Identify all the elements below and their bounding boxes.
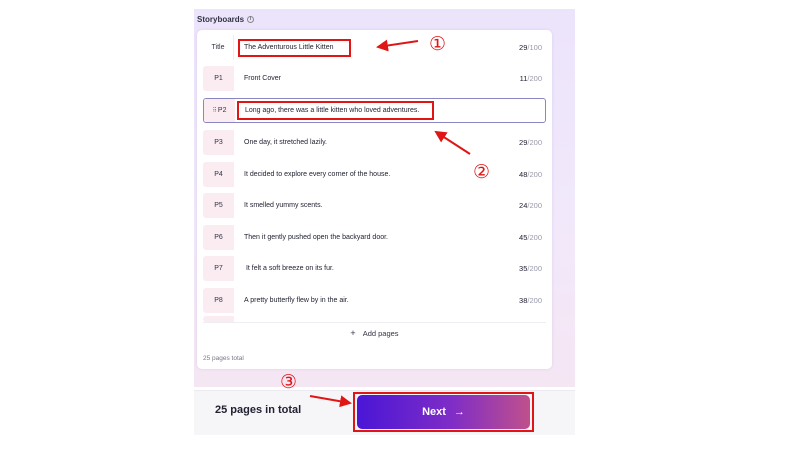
row-label: P5 [203, 193, 234, 218]
storyboard-row-p7[interactable]: P7 It felt a soft breeze on its fur. 35/… [203, 256, 546, 281]
row-label: P7 [203, 256, 234, 281]
char-counter: 24/200 [519, 201, 542, 210]
storyboard-row-p3[interactable]: P3 One day, it stretched lazily. 29/200 [203, 130, 546, 155]
char-count: 29 [519, 138, 528, 147]
row-label: P3 [203, 130, 234, 155]
row-label: P6 [203, 225, 234, 250]
page-text-input[interactable]: One day, it stretched lazily. [244, 130, 327, 155]
page-text-input[interactable]: Then it gently pushed open the backyard … [244, 225, 388, 250]
next-label: Next [422, 406, 446, 418]
pages-total-caption: 25 pages total [203, 355, 244, 362]
storyboard-row-p1[interactable]: P1 Front Cover 11/200 [203, 66, 546, 91]
page-text-input[interactable]: It felt a soft breeze on its fur. [244, 256, 334, 281]
storyboard-row-p8[interactable]: P8 A pretty butterfly flew by in the air… [203, 288, 546, 313]
drag-handle-icon[interactable]: ⠿ [213, 107, 218, 114]
page-text-input[interactable]: Long ago, there was a little kitten who … [245, 99, 419, 122]
char-max: 200 [529, 233, 542, 242]
page-text-input[interactable]: A pretty butterfly flew by in the air. [244, 288, 349, 313]
char-max: 200 [529, 170, 542, 179]
storyboard-row-p4[interactable]: P4 It decided to explore every corner of… [203, 162, 546, 187]
char-counter: 45/200 [519, 233, 542, 242]
row-label: P4 [203, 162, 234, 187]
char-max: 100 [529, 43, 542, 52]
char-max: 200 [529, 138, 542, 147]
char-count: 24 [519, 201, 528, 210]
char-count: 11 [519, 74, 528, 83]
storyboard-row-p5[interactable]: P5 It smelled yummy scents. 24/200 [203, 193, 546, 218]
storyboards-header: Storyboards i [197, 13, 255, 25]
storyboard-editor: Storyboards i Title The Adventurous Litt… [0, 0, 800, 450]
footer-pages-total: 25 pages in total [215, 404, 302, 416]
storyboards-title: Storyboards [197, 14, 245, 24]
char-max: 200 [529, 296, 542, 305]
row-label: P8 [203, 288, 234, 313]
page-text-input[interactable]: It decided to explore every corner of th… [244, 162, 390, 187]
plus-icon: + [350, 328, 356, 338]
char-count: 35 [519, 264, 528, 273]
char-counter: 11/200 [519, 74, 542, 83]
char-count: 38 [519, 296, 528, 305]
storyboard-row-p6[interactable]: P6 Then it gently pushed open the backya… [203, 225, 546, 250]
char-max: 200 [529, 74, 542, 83]
row-label: Title [203, 35, 234, 60]
page-text-input[interactable]: It smelled yummy scents. [244, 193, 323, 218]
char-counter: 29/100 [519, 43, 542, 52]
info-icon[interactable]: i [247, 15, 255, 23]
next-button[interactable]: Next → [357, 395, 530, 429]
char-counter: 38/200 [519, 296, 542, 305]
page-text-input[interactable]: Front Cover [244, 66, 281, 91]
add-pages-button[interactable]: + Add pages [203, 322, 546, 343]
char-counter: 29/200 [519, 138, 542, 147]
title-input[interactable]: The Adventurous Little Kitten [244, 35, 334, 60]
char-count: 48 [519, 170, 528, 179]
char-counter: 48/200 [519, 170, 542, 179]
char-count: 45 [519, 233, 528, 242]
row-label: P2 [217, 107, 227, 114]
arrow-right-icon: → [453, 406, 465, 418]
add-pages-label: Add pages [362, 328, 399, 338]
storyboard-row-p2[interactable]: ⠿ P2 Long ago, there was a little kitten… [203, 98, 546, 123]
row-label-with-handle: ⠿ P2 [204, 99, 235, 122]
row-label: P1 [203, 66, 234, 91]
char-count: 29 [519, 43, 528, 52]
storyboard-row-title[interactable]: Title The Adventurous Little Kitten 29/1… [203, 35, 546, 60]
char-max: 200 [529, 264, 542, 273]
char-max: 200 [529, 201, 542, 210]
char-counter: 35/200 [519, 264, 542, 273]
